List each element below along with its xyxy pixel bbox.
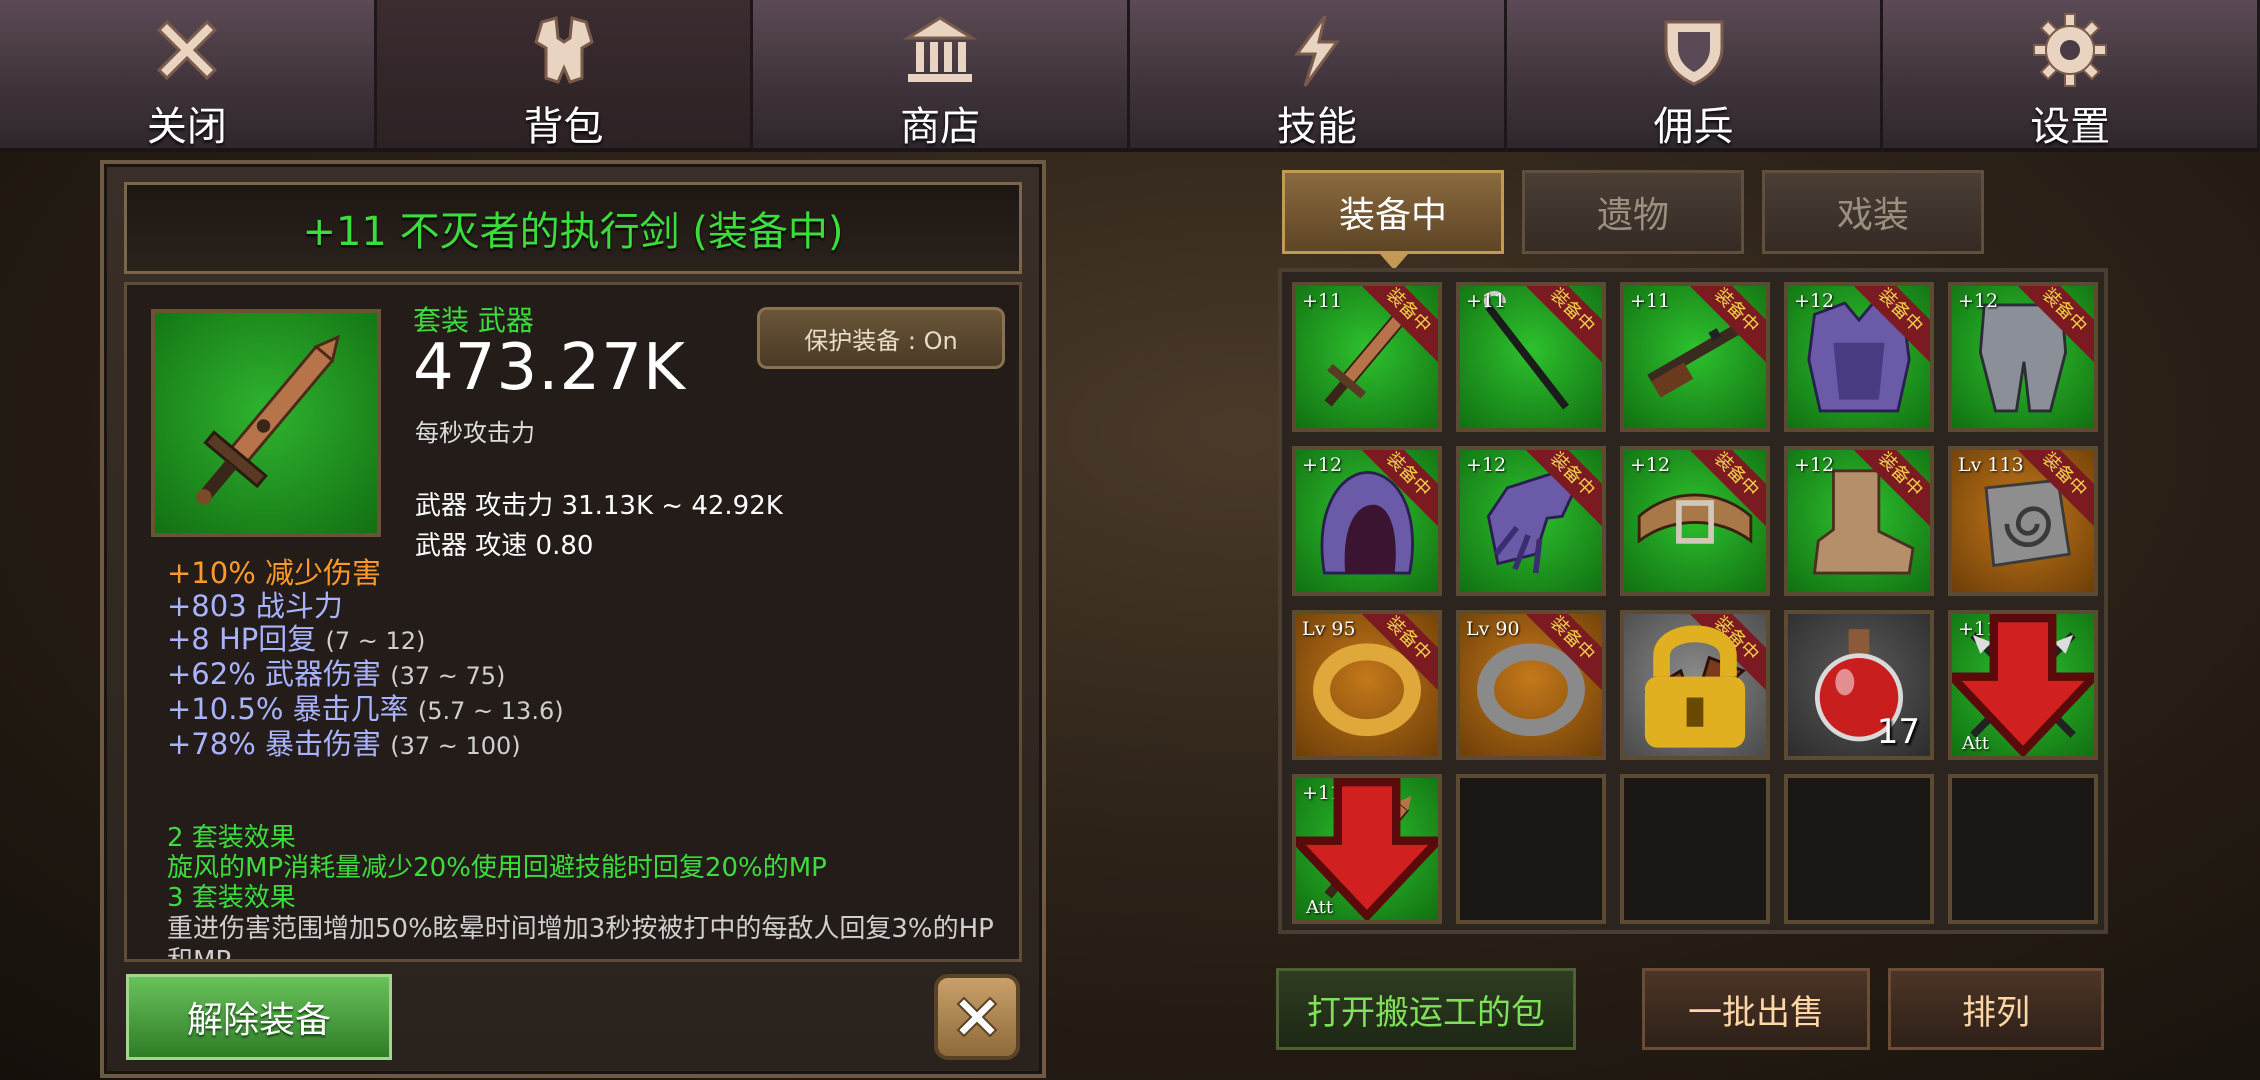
stat-line: +10.5% 暴击几率 (5.7 ~ 13.6) — [167, 692, 564, 726]
item-level: Lv 90 — [1466, 618, 1520, 640]
inventory-slot[interactable]: +11 装备中 — [1456, 282, 1606, 432]
stat-line: +78% 暴击伤害 (37 ~ 100) — [167, 727, 521, 761]
stat-line: +803 战斗力 — [167, 589, 343, 623]
tab-close[interactable]: 关闭 — [0, 0, 377, 152]
shield-icon — [1664, 20, 1724, 86]
inventory-slot[interactable]: +12 装备中 — [1784, 282, 1934, 432]
empty-slot[interactable] — [1456, 774, 1606, 924]
set-effects: 2 套装效果 旋风的MP消耗量减少20%使用回避技能时回复20%的MP 3 套装… — [167, 823, 1007, 962]
inventory-grid: +11 装备中 +11 装备中 +11 装备中 +12 装备中 +12 装备中 +12 装备中 +12 装… — [1278, 268, 2108, 934]
unequip-button[interactable]: 解除装备 — [126, 974, 392, 1060]
tab-costume[interactable]: 戏装 — [1762, 170, 1984, 254]
lightning-icon — [1293, 15, 1340, 87]
item-count: 17 — [1876, 712, 1920, 752]
item-detail-panel: +11 不灭者的执行剑 (装备中) 套装 武器 473.27K 每秒攻击力 保护… — [100, 160, 1046, 1078]
gear-icon — [2033, 13, 2108, 87]
inventory-slot[interactable]: +11 装备中 — [1620, 282, 1770, 432]
tab-shop[interactable]: 商店 — [753, 0, 1131, 152]
inventory-slot[interactable]: +12 装备中 — [1620, 446, 1770, 596]
inventory-slot[interactable]: +12 装备中 — [1292, 446, 1442, 596]
item-level: +12 — [1466, 454, 1507, 476]
inventory-slot[interactable]: Lv 113 装备中 — [1948, 446, 2098, 596]
tab-settings[interactable]: 设置 — [1883, 0, 2260, 152]
tab-mercenary[interactable]: 佣兵 — [1506, 0, 1884, 152]
bulk-sell-button[interactable]: 一批出售 — [1642, 968, 1870, 1050]
inventory-slot[interactable]: +12 装备中 — [1456, 446, 1606, 596]
inventory-tabs: 装备中 遗物 戏装 — [1282, 170, 1984, 254]
inventory-slot[interactable]: 装备中 — [1620, 610, 1770, 760]
top-nav: 关闭 背包 商店 技能 佣兵 设置 — [0, 0, 2260, 152]
close-icon — [956, 996, 998, 1038]
tab-relics[interactable]: 遗物 — [1522, 170, 1744, 254]
item-image — [151, 309, 381, 537]
tab-label: 商店 — [900, 104, 981, 150]
inventory-slot[interactable]: Lv 95 装备中 — [1292, 610, 1442, 760]
item-level: +12 — [1794, 290, 1835, 312]
item-level: +12 — [1794, 454, 1835, 476]
set3-description: 重进伤害范围增加50%眩晕时间增加3秒按被打中的每敌人回复3%的HP和MP。 — [167, 914, 994, 962]
att-label: Att — [1306, 897, 1334, 918]
inventory-slot[interactable]: +11 装备中 — [1292, 282, 1442, 432]
inventory-slot[interactable]: 17 — [1784, 610, 1934, 760]
open-porter-bag-button[interactable]: 打开搬运工的包 — [1276, 968, 1576, 1050]
item-level: +12 — [1958, 290, 1999, 312]
weapon-attack: 武器 攻击力 31.13K ~ 42.92K — [415, 491, 783, 521]
tab-equipped[interactable]: 装备中 — [1282, 170, 1504, 254]
stat-line: +10% 减少伤害 — [167, 556, 381, 590]
tab-label: 设置 — [2030, 104, 2111, 150]
close-detail-button[interactable] — [934, 974, 1020, 1060]
protect-equipment-button[interactable]: 保护装备 : On — [757, 307, 1005, 369]
empty-slot[interactable] — [1784, 774, 1934, 924]
item-level: +12 — [1302, 454, 1343, 476]
dps-label: 每秒攻击力 — [415, 419, 535, 447]
inventory-slot[interactable]: +11 Att — [1948, 610, 2098, 760]
inventory-slot[interactable]: +11 Att — [1292, 774, 1442, 924]
sort-button[interactable]: 排列 — [1888, 968, 2104, 1050]
set2-title: 2 套装效果 — [167, 823, 296, 853]
item-level: Lv 95 — [1302, 618, 1356, 640]
close-icon — [156, 19, 217, 81]
item-level: +11 — [1302, 290, 1343, 312]
tab-label: 背包 — [523, 104, 604, 150]
tab-label: 佣兵 — [1653, 104, 1734, 150]
inventory-slot[interactable]: Lv 90 装备中 — [1456, 610, 1606, 760]
item-title-bar: +11 不灭者的执行剑 (装备中) — [124, 182, 1022, 274]
sword-icon — [196, 334, 341, 505]
item-title: +11 不灭者的执行剑 (装备中) — [302, 209, 844, 255]
empty-slot[interactable] — [1948, 774, 2098, 924]
inventory-slot[interactable]: +12 装备中 — [1948, 282, 2098, 432]
set2-description: 旋风的MP消耗量减少20%使用回避技能时回复20%的MP — [167, 853, 827, 883]
stat-line: +8 HP回复 (7 ~ 12) — [167, 622, 426, 656]
item-level: +11 — [1466, 290, 1507, 312]
lock-icon — [1644, 625, 1746, 748]
bank-icon — [902, 16, 978, 82]
att-label: Att — [1962, 733, 1990, 754]
item-level: Lv 113 — [1958, 454, 2024, 476]
item-info-box: 套装 武器 473.27K 每秒攻击力 保护装备 : On 武器 攻击力 31.… — [124, 282, 1022, 962]
item-level: +11 — [1630, 290, 1671, 312]
tab-label: 技能 — [1276, 104, 1357, 150]
armor-icon — [533, 16, 594, 84]
stat-line: +62% 武器伤害 (37 ~ 75) — [167, 657, 506, 691]
stat-list: +10% 减少伤害 +803 战斗力 +8 HP回复 (7 ~ 12) +62%… — [167, 557, 564, 763]
item-level: +12 — [1630, 454, 1671, 476]
set3-title: 3 套装效果 — [167, 883, 296, 913]
inventory-slot[interactable]: +12 装备中 — [1784, 446, 1934, 596]
dps-value: 473.27K — [413, 331, 686, 405]
empty-slot[interactable] — [1620, 774, 1770, 924]
tab-skills[interactable]: 技能 — [1130, 0, 1507, 152]
tab-label: 关闭 — [146, 104, 227, 150]
tab-inventory[interactable]: 背包 — [376, 0, 754, 152]
